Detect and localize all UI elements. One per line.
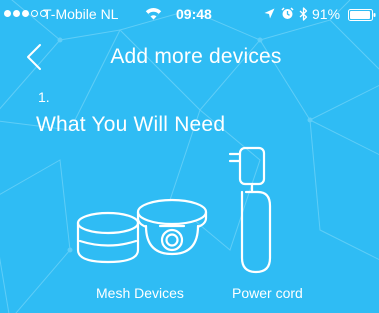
bluetooth-icon (299, 7, 308, 21)
wifi-icon (145, 8, 162, 20)
battery-percentage: 91% (312, 6, 341, 22)
location-arrow-icon (264, 8, 275, 19)
signal-dot (31, 10, 38, 17)
item-label-power-cord: Power cord (232, 285, 303, 301)
signal-dot (13, 10, 20, 17)
signal-strength-icon (4, 10, 47, 17)
status-bar: T-Mobile NL 09:48 91% (0, 0, 379, 30)
signal-dot (4, 10, 11, 17)
power-cord-icon (228, 146, 272, 274)
app-screen: T-Mobile NL 09:48 91% Add more devices 1… (0, 0, 379, 313)
page-title: Add more devices (110, 45, 282, 68)
mesh-devices-icon (76, 198, 208, 264)
requirements-illustration (76, 146, 272, 274)
step-number: 1. (38, 89, 50, 105)
signal-dot (22, 10, 29, 17)
status-time: 09:48 (176, 6, 212, 22)
battery-icon (348, 9, 376, 21)
carrier-name: T-Mobile NL (43, 6, 119, 22)
section-heading: What You Will Need (36, 113, 226, 136)
alarm-clock-icon (281, 7, 294, 19)
item-label-mesh-devices: Mesh Devices (96, 285, 184, 301)
